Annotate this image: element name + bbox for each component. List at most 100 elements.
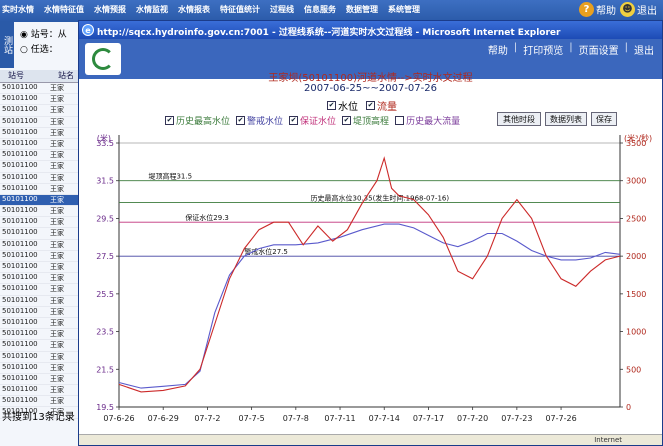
flow-checkbox[interactable]: ✔ xyxy=(366,101,375,110)
table-row[interactable]: 50101100 王家 xyxy=(0,373,80,386)
cell-name: 王家 xyxy=(50,274,64,283)
cell-code: 50101100 xyxy=(2,306,38,315)
table-row[interactable]: 50101100 王家 xyxy=(0,329,80,341)
cell-name: 王家 xyxy=(50,296,64,305)
warn-checkbox[interactable]: ✔ xyxy=(236,116,246,125)
cell-name: 王家 xyxy=(50,184,64,193)
nav-item[interactable]: 信息服务 xyxy=(304,4,336,15)
table-row[interactable]: 50101100 王家 xyxy=(0,173,80,184)
ie-statusbar: Internet xyxy=(79,434,662,445)
hist-high-checkbox[interactable]: ✔ xyxy=(165,116,174,125)
y-right-tick-label: 3000 xyxy=(626,177,646,186)
x-tick-label: 07-7-20 xyxy=(457,414,488,423)
col-header-code[interactable]: 站号 xyxy=(0,70,50,82)
level-checkbox-label: 水位 xyxy=(338,102,358,113)
cell-code: 50101100 xyxy=(2,396,38,405)
link-separator: | xyxy=(624,42,628,53)
cell-code: 50101100 xyxy=(2,217,38,226)
nav-item[interactable]: 水情特征值 xyxy=(44,4,84,15)
y-left-tick-label: 23.5 xyxy=(96,328,114,337)
print-preview-link[interactable]: 打印预览 xyxy=(523,42,563,57)
hist-max-flow-label: 历史最大流量 xyxy=(406,117,461,127)
y-right-tick-label: 1000 xyxy=(626,328,646,337)
table-row[interactable]: 50101100 王家 xyxy=(0,138,80,151)
cell-code: 50101100 xyxy=(2,385,38,394)
x-tick-label: 07-7-17 xyxy=(413,414,444,423)
window-titlebar[interactable]: e http://sqcx.hydroinfo.gov.cn:7001 - 过程… xyxy=(79,21,662,39)
nav-item[interactable]: 数据管理 xyxy=(346,4,378,15)
table-row[interactable]: 50101100 王家 xyxy=(0,296,80,307)
y-left-tick-label: 21.5 xyxy=(96,365,114,374)
exit-icon[interactable]: ☻ xyxy=(620,2,635,17)
nav-item[interactable]: 实时水情 xyxy=(2,4,34,15)
table-row[interactable]: 50101100 王家 xyxy=(0,385,80,397)
guar-checkbox[interactable]: ✔ xyxy=(289,116,299,125)
x-tick-label: 07-7-23 xyxy=(501,414,532,423)
help-page-link[interactable]: 帮助 xyxy=(488,42,508,57)
hist-max-flow-checkbox[interactable] xyxy=(395,116,405,125)
radio-any[interactable]: ○ 任选： xyxy=(20,42,58,55)
table-row[interactable]: 50101100 王家 xyxy=(0,105,80,117)
table-row[interactable]: 50101100 王家 xyxy=(0,184,80,195)
flow-checkbox-label: 流量 xyxy=(377,102,397,113)
radio-station-label: 站号：从 xyxy=(30,30,67,40)
table-row[interactable]: 50101100 王家 xyxy=(0,240,80,251)
table-row[interactable]: 50101100 王家 xyxy=(0,83,80,95)
nav-item[interactable]: 过程线 xyxy=(270,4,294,15)
search-status: 共搜到13条记录 xyxy=(2,412,75,423)
y-right-tick-label: 2000 xyxy=(626,252,646,261)
table-row[interactable]: 50101100 王家 xyxy=(0,206,80,218)
cell-code: 50101100 xyxy=(2,362,38,371)
table-row[interactable]: 50101100 王家 xyxy=(0,161,80,173)
exit-page-link[interactable]: 退出 xyxy=(634,42,654,57)
table-row[interactable]: 50101100 王家 xyxy=(0,352,80,363)
cell-code: 50101100 xyxy=(2,161,38,170)
level-checkbox[interactable]: ✔ xyxy=(327,101,336,110)
radio-station[interactable]: ◉ 站号：从 xyxy=(20,27,67,40)
table-row[interactable]: 50101100 王家 xyxy=(0,150,80,162)
exit-link[interactable]: 退出 xyxy=(637,2,657,17)
table-row[interactable]: 50101100 王家 xyxy=(0,251,80,262)
nav-item[interactable]: 特征值统计 xyxy=(220,4,260,15)
dike-checkbox[interactable]: ✔ xyxy=(342,116,352,125)
app-help-exit: ? 帮助 ☻ 退出 xyxy=(575,2,657,17)
table-row[interactable]: 50101100 王家 xyxy=(0,94,80,106)
table-row[interactable]: 50101100 王家 xyxy=(0,194,80,207)
save-button[interactable]: 保存 xyxy=(591,112,617,126)
help-icon[interactable]: ? xyxy=(579,2,594,17)
table-row[interactable]: 50101100 王家 xyxy=(0,396,80,408)
table-row[interactable]: 50101100 王家 xyxy=(0,307,80,318)
cell-name: 王家 xyxy=(50,397,64,406)
table-row[interactable]: 50101100 王家 xyxy=(0,318,80,330)
table-row[interactable]: 50101100 王家 xyxy=(0,273,80,285)
cell-code: 50101100 xyxy=(2,250,38,259)
cell-code: 50101100 xyxy=(2,373,38,382)
side-tab[interactable]: 测站 xyxy=(0,22,14,68)
table-row[interactable]: 50101100 王家 xyxy=(0,228,80,240)
nav-item[interactable]: 水情监视 xyxy=(136,4,168,15)
table-row[interactable]: 50101100 王家 xyxy=(0,284,80,296)
col-header-name[interactable]: 站名 xyxy=(50,70,74,82)
reference-line-label: 保证水位29.3 xyxy=(185,213,229,222)
page-setup-link[interactable]: 页面设置 xyxy=(579,42,619,57)
other-period-button[interactable]: 其他时段 xyxy=(497,112,541,126)
link-separator: | xyxy=(569,42,573,53)
data-list-button[interactable]: 数据列表 xyxy=(545,112,587,126)
cell-code: 50101100 xyxy=(2,138,38,147)
table-row[interactable]: 50101100 王家 xyxy=(0,363,80,374)
x-tick-label: 07-6-26 xyxy=(103,414,134,423)
nav-item[interactable]: 系统管理 xyxy=(388,4,420,15)
table-row[interactable]: 50101100 王家 xyxy=(0,340,80,352)
nav-item[interactable]: 水情预报 xyxy=(94,4,126,15)
table-row[interactable]: 50101100 王家 xyxy=(0,262,80,274)
cell-name: 王家 xyxy=(50,352,64,361)
y-left-tick-label: 31.5 xyxy=(96,177,114,186)
nav-item[interactable]: 水情报表 xyxy=(178,4,210,15)
table-row[interactable]: 50101100 王家 xyxy=(0,128,80,139)
chart-title: 王家坝(50101100)河道水情-->实时水文过程 xyxy=(268,73,473,84)
help-link[interactable]: 帮助 xyxy=(596,2,616,17)
cell-code: 50101100 xyxy=(2,105,38,114)
series-checkboxes: ✔ 水位 ✔ 流量 xyxy=(327,98,405,113)
table-row[interactable]: 50101100 王家 xyxy=(0,117,80,128)
table-row[interactable]: 50101100 王家 xyxy=(0,217,80,229)
